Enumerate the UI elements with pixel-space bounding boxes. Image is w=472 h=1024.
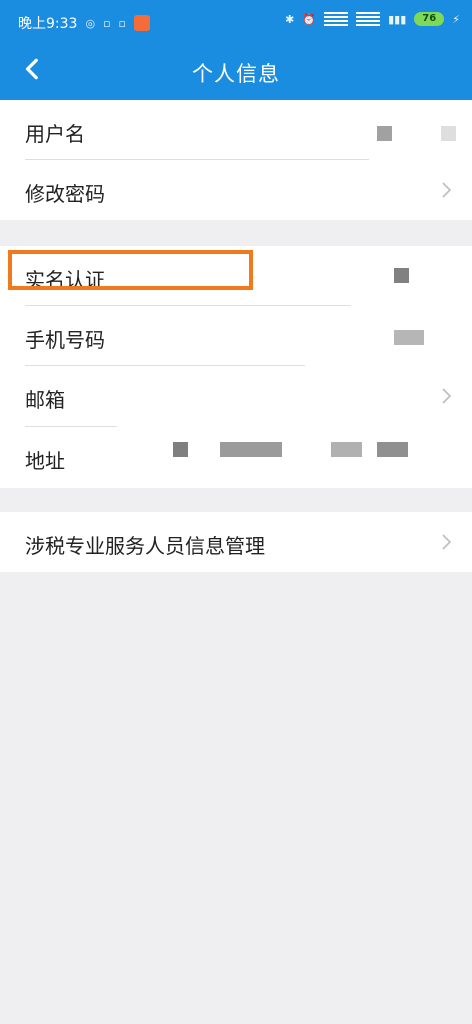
- notification-icon: ▫: [103, 16, 111, 30]
- account-section: 用户名 修改密码: [0, 100, 472, 220]
- status-left: 晚上9:33 ◎ ▫ ▫: [18, 13, 150, 33]
- username-blurred-value-2: [441, 126, 456, 141]
- row-change-password[interactable]: 修改密码: [0, 160, 472, 220]
- battery-icon: 76: [414, 12, 445, 26]
- chevron-right-icon: [442, 388, 452, 404]
- address-blurred-4: [377, 442, 408, 457]
- charging-icon: ⚡: [452, 12, 460, 26]
- status-time: 晚上9:33: [18, 16, 78, 32]
- row-tax-professional[interactable]: 涉税专业服务人员信息管理: [0, 512, 472, 572]
- highlight-frame: [8, 250, 253, 290]
- row-username[interactable]: 用户名: [0, 100, 472, 160]
- auth-status-blurred: [394, 268, 409, 283]
- phone-number-blurred: [394, 330, 424, 345]
- row-email[interactable]: 邮箱: [0, 366, 472, 426]
- signal-icon: [324, 12, 349, 26]
- circle-icon: ◎: [85, 16, 96, 30]
- address-blurred-2: [220, 442, 282, 457]
- tax-professional-label: 涉税专业服务人员信息管理: [25, 534, 265, 558]
- top-header: 晚上9:33 ◎ ▫ ▫ ✱ ⏰ ▮▮▮ 76 ⚡ 个人信息: [0, 0, 472, 100]
- username-label: 用户名: [25, 122, 85, 146]
- email-label: 邮箱: [25, 388, 65, 412]
- signal-strength-icon: ▮▮▮: [388, 12, 407, 26]
- alarm-icon: ⏰: [302, 12, 317, 26]
- bluetooth-icon: ✱: [285, 12, 295, 26]
- tax-section: 涉税专业服务人员信息管理: [0, 512, 472, 572]
- chevron-right-icon: [442, 182, 452, 198]
- row-address[interactable]: 地址: [0, 427, 472, 487]
- status-bar: 晚上9:33 ◎ ▫ ▫ ✱ ⏰ ▮▮▮ 76 ⚡: [0, 0, 472, 44]
- address-label: 地址: [25, 449, 65, 473]
- signal-hd-icon: [356, 12, 381, 26]
- row-phone-number[interactable]: 手机号码: [0, 306, 472, 366]
- phone-number-label: 手机号码: [25, 328, 105, 352]
- app-icon: [134, 15, 150, 31]
- notification-icon: ▫: [118, 16, 126, 30]
- address-blurred-3: [331, 442, 362, 457]
- change-password-label: 修改密码: [25, 182, 105, 206]
- status-right: ✱ ⏰ ▮▮▮ 76 ⚡: [285, 12, 460, 26]
- username-blurred-value: [377, 126, 392, 141]
- page-title: 个人信息: [192, 62, 280, 86]
- chevron-right-icon: [442, 534, 452, 550]
- address-blurred-1: [173, 442, 188, 457]
